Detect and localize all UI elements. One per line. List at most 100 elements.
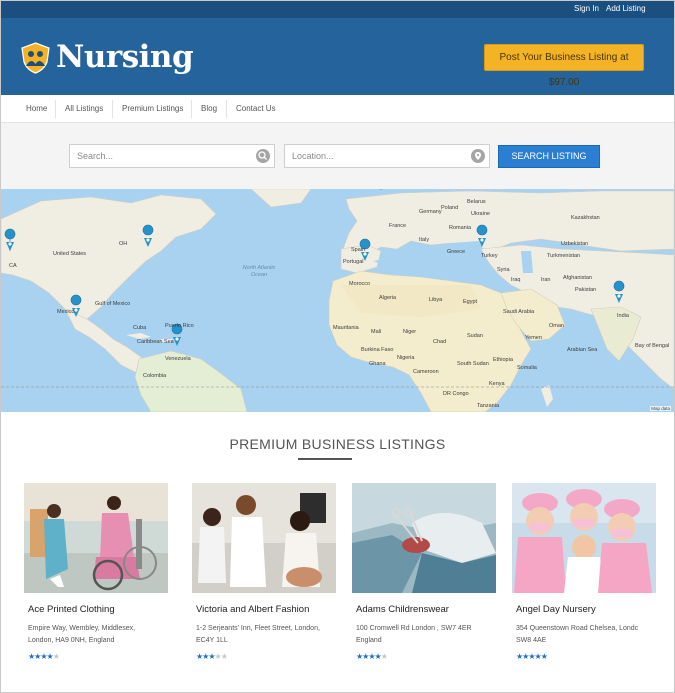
map-label: Tanzania: [477, 403, 500, 409]
map-label: Afghanistan: [563, 275, 593, 281]
rating-stars: ★★★★★: [28, 652, 60, 661]
map-label: Greece: [447, 249, 466, 255]
sign-in-link[interactable]: Sign In: [574, 4, 599, 13]
map-label: Turkmenistan: [547, 253, 581, 259]
map-label: Uzbekistan: [561, 241, 589, 247]
listing-photo-nurses-clinic[interactable]: [192, 483, 336, 593]
post-listing-button[interactable]: Post Your Business Listing at $97.00: [484, 44, 644, 88]
map-label: Caribbean Sea: [137, 339, 174, 345]
map-label: Ethiopia: [493, 357, 513, 363]
map-label: India: [617, 313, 629, 319]
site-header: Nursing Post Your Business Listing at $9…: [1, 18, 674, 95]
page: Sign In Add Listing Nursing Post Your Bu…: [0, 0, 675, 693]
listing-address-line: 100 Cromwell Rd London , SW7 4ER: [356, 625, 472, 632]
nav-item-premium-listings[interactable]: Premium Listings: [122, 104, 183, 113]
star-empty-icon: ★: [52, 652, 60, 661]
map-label: Iraq: [511, 277, 521, 283]
nav-divider: [55, 100, 56, 118]
map-label: Venezuela: [165, 356, 191, 362]
star-empty-icon: ★: [220, 652, 228, 661]
map-label: Mauritania: [333, 325, 359, 331]
listing-address: Empire Way, Wembley, Middlesex, London, …: [28, 623, 172, 647]
top-bar: Sign In Add Listing: [1, 1, 674, 18]
map-label: Niger: [403, 329, 417, 335]
map-label: Bay of Bengal: [635, 343, 670, 349]
map-credit[interactable]: Map data: [650, 406, 671, 411]
map-label: Algeria: [379, 295, 397, 301]
listing-address-line: EC4Y 1LL: [196, 637, 228, 644]
map-label: Morocco: [349, 281, 371, 287]
listing-photo-nurse-wheelchair[interactable]: [24, 483, 168, 593]
map-label: Saudi Arabia: [503, 309, 535, 315]
listing-name[interactable]: Angel Day Nursery: [516, 604, 596, 615]
nav-item-all-listings[interactable]: All Listings: [65, 104, 103, 113]
map-label: France: [389, 223, 407, 229]
map-label: Mexico: [57, 309, 75, 315]
listing-address-line: Empire Way, Wembley, Middlesex,: [28, 625, 136, 632]
nav-divider: [226, 100, 227, 118]
search-icon[interactable]: [256, 149, 270, 163]
map-label: DR Congo: [443, 391, 469, 397]
map-label: Puerto Rico: [165, 323, 194, 329]
search-input[interactable]: Search...: [69, 144, 275, 168]
nav-item-home[interactable]: Home: [26, 104, 47, 113]
listing-address: 100 Cromwell Rd London , SW7 4ER England: [356, 623, 500, 647]
map-label: Mali: [371, 329, 382, 335]
listing-name[interactable]: Victoria and Albert Fashion: [196, 604, 309, 615]
location-input[interactable]: Location...: [284, 144, 490, 168]
map-label: Cuba: [133, 325, 147, 331]
map-label: Spain: [351, 247, 366, 253]
map-label: Portugal: [343, 259, 364, 265]
main-nav: Home All Listings Premium Listings Blog …: [1, 95, 674, 123]
map-label: Oman: [549, 323, 564, 329]
map-label: Libya: [429, 297, 443, 303]
premium-listings-title: PREMIUM BUSINESS LISTINGS: [229, 436, 446, 452]
map-label: Kazakhstan: [571, 215, 600, 221]
map-label: Ghana: [369, 361, 386, 367]
map-label: Cameroon: [413, 369, 439, 375]
location-placeholder: Location...: [292, 151, 334, 161]
map-label: Chad: [433, 339, 447, 345]
title-underline: [298, 458, 352, 460]
map-label: Poland: [441, 205, 459, 211]
rating-stars: ★★★★★: [516, 652, 548, 661]
map-label: Syria: [497, 267, 510, 273]
listing-address-line: SW8 4AE: [516, 637, 547, 644]
listing-name[interactable]: Adams Childrenswear: [356, 604, 449, 615]
map-label: Gulf of Mexico: [95, 301, 131, 307]
map-label: Burkina Faso: [361, 347, 394, 353]
listing-address-line: 1-2 Serjeants' Inn, Fleet Street, London…: [196, 625, 320, 632]
map-label: OH: [119, 241, 128, 247]
rating-stars: ★★★★★: [196, 652, 228, 661]
search-listing-button[interactable]: SEARCH LISTING: [498, 145, 600, 168]
map-label: Arabian Sea: [567, 347, 598, 353]
nav-divider: [191, 100, 192, 118]
map-label: Romania: [449, 225, 472, 231]
site-logo-text[interactable]: Nursing: [56, 39, 194, 75]
map-label: Kenya: [489, 381, 505, 387]
map-label: Italy: [419, 237, 430, 243]
add-listing-link[interactable]: Add Listing: [606, 4, 646, 13]
listing-name[interactable]: Ace Printed Clothing: [28, 604, 115, 615]
map-label: Iran: [541, 277, 551, 283]
nav-divider: [112, 100, 113, 118]
listing-address-line: 354 Queenstown Road Chelsea, Londc: [516, 625, 639, 632]
nav-item-contact-us[interactable]: Contact Us: [236, 104, 276, 113]
location-pin-icon[interactable]: [471, 149, 485, 163]
map-label: Turkey: [481, 253, 498, 259]
nav-item-blog[interactable]: Blog: [201, 104, 217, 113]
listing-photo-nursery-staff[interactable]: [512, 483, 656, 593]
map-label: Sudan: [467, 333, 483, 339]
listing-address: 1-2 Serjeants' Inn, Fleet Street, London…: [196, 623, 340, 647]
map-label: Belarus: [467, 199, 486, 205]
listing-photo-surgery[interactable]: [352, 483, 496, 593]
map-label: Nigeria: [397, 355, 415, 361]
map-label: Ukraine: [471, 211, 490, 217]
map-label: Somalia: [517, 365, 537, 371]
map-ocean-label: North Atlantic Ocean: [242, 265, 276, 278]
nurse-emblem-icon[interactable]: [20, 42, 51, 74]
map-label: CA: [9, 263, 17, 269]
listings-map[interactable]: United States CA OH Gulf of Mexico Mexic…: [1, 189, 674, 412]
map-label: United States: [53, 251, 87, 257]
map-label: Egypt: [463, 299, 478, 305]
